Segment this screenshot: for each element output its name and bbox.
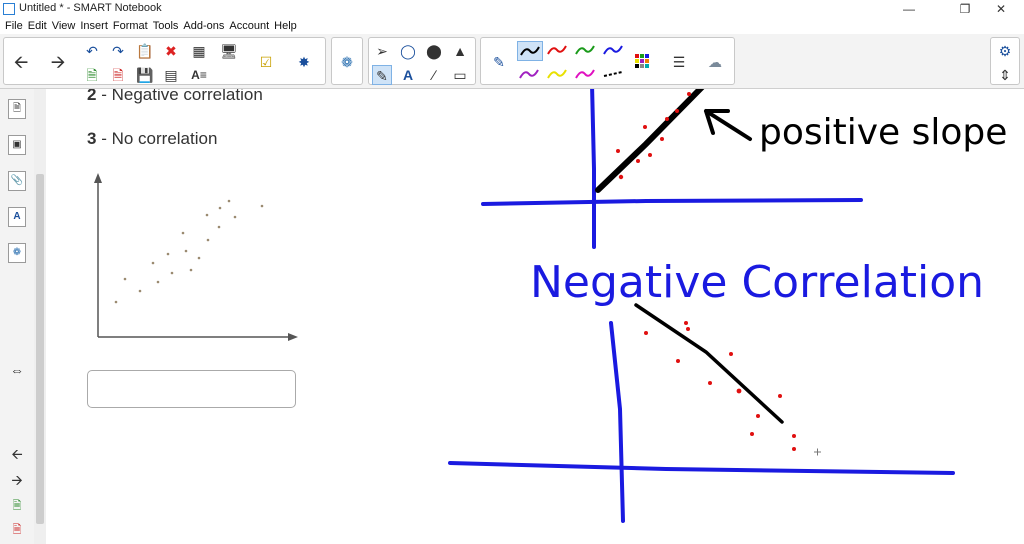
answer-input-box[interactable] (87, 370, 296, 408)
previous-page-icon[interactable]: 🡨 (8, 445, 26, 463)
paste-icon[interactable]: 📋 (135, 41, 155, 61)
menu-addons[interactable]: Add-ons (178, 18, 224, 34)
menu-bar: File Edit View Insert Format Tools Add-ons Acco… (0, 18, 1024, 34)
back-arrow-icon[interactable]: 🡨 (11, 52, 31, 72)
shapes-icon[interactable]: ◯ (398, 41, 418, 61)
menu-view[interactable]: View (47, 18, 76, 34)
negative-correlation-graph (448, 303, 955, 523)
negative-correlation-heading: Negative Correlation (530, 257, 984, 308)
pen-cursor-icon (814, 448, 821, 456)
text-ai-icon[interactable]: A≡ (189, 65, 209, 85)
pen-type-icon[interactable]: ✎ (489, 52, 509, 72)
whiteboard-canvas[interactable]: 2 - Negative correlation 3 - No correlat… (46, 89, 1024, 544)
line-icon[interactable]: ∕ (424, 65, 444, 85)
window-title: Untitled * - SMART Notebook (19, 2, 162, 14)
save-icon[interactable]: 💾 (135, 65, 155, 85)
select-icon[interactable]: ➢ (372, 41, 392, 61)
addon-icon[interactable]: ✸ (294, 52, 314, 72)
forward-arrow-icon[interactable]: 🡪 (48, 52, 68, 72)
gear-icon[interactable]: ⚙ (995, 41, 1015, 61)
pen-yellow-swatch[interactable] (545, 65, 571, 85)
minimize-button[interactable]: — (886, 0, 932, 18)
pen-purple-swatch[interactable] (517, 65, 543, 85)
addons-icon[interactable]: ❁ (8, 243, 26, 263)
menu-account[interactable]: Account (224, 18, 269, 34)
toolbar-group-pens: ✎ ☰ ☁ (480, 37, 735, 85)
toolbar-group-lab: ❁ (331, 37, 363, 85)
positive-slope-label: positive slope (759, 112, 1007, 153)
scrollbar-thumb[interactable] (36, 174, 44, 524)
response-icon[interactable]: ☑ (256, 52, 276, 72)
vertical-scrollbar[interactable] (34, 89, 46, 544)
color-palette-icon[interactable] (633, 52, 653, 72)
toolbar-group-main: 🡨 🡪 ↶ ↷ 📋 ✖ ▦ 🖥 ☑ ✸ 🗎 🗎 💾 ▤ A≡ (3, 37, 326, 85)
app-icon (3, 3, 15, 15)
menu-file[interactable]: File (0, 18, 23, 34)
table-icon[interactable]: ▦ (189, 41, 209, 61)
fill-shape-icon[interactable]: ⬤ (424, 41, 444, 61)
pen-dashed-swatch[interactable] (601, 65, 627, 85)
undo-icon[interactable]: ↶ (82, 41, 102, 61)
gallery-icon[interactable]: ▣ (8, 135, 26, 155)
toolbar-move-icon[interactable]: ⇕ (995, 65, 1015, 85)
display-icon[interactable]: 🖥 (219, 41, 239, 61)
pen-green-swatch[interactable] (573, 41, 599, 61)
pens-icon[interactable]: ✎ (372, 65, 392, 85)
menu-insert[interactable]: Insert (75, 18, 108, 34)
effects-icon[interactable]: ☁ (705, 52, 725, 72)
delete-icon[interactable]: ✖ (161, 41, 181, 61)
pen-blue-swatch[interactable] (601, 41, 627, 61)
redo-icon[interactable]: ↷ (108, 41, 128, 61)
sidebar: 🗎 ▣ 📎 A ❁ ⇔ 🡨 🡪 🗎 🗎 (0, 89, 35, 544)
add-page-icon[interactable]: 🗎 (82, 65, 102, 85)
delete-page-side-icon[interactable]: 🗎 (8, 521, 26, 539)
toolbar-group-settings: ⚙ ⇕ (990, 37, 1020, 85)
next-page-icon[interactable]: 🡪 (8, 471, 26, 489)
menu-help[interactable]: Help (269, 18, 297, 34)
scatter-plot-diagram: positive slope Negative Correlation (94, 89, 1007, 523)
pen-black-swatch[interactable] (517, 41, 543, 61)
text-icon[interactable]: A (398, 65, 418, 85)
properties-icon[interactable]: A (8, 207, 26, 227)
menu-tools[interactable]: Tools (148, 18, 179, 34)
resize-sidebar-icon[interactable]: ⇔ (8, 361, 26, 379)
line-style-icon[interactable]: ☰ (669, 52, 689, 72)
page-sorter-icon[interactable]: 🗎 (8, 99, 26, 119)
lab-icon[interactable]: ❁ (337, 52, 357, 72)
fill-icon[interactable]: ▲ (450, 41, 470, 61)
remove-page-icon[interactable]: 🗎 (108, 65, 128, 85)
pen-magenta-swatch[interactable] (573, 65, 599, 85)
attachments-icon[interactable]: 📎 (8, 171, 26, 191)
menu-format[interactable]: Format (108, 18, 148, 34)
pen-red-swatch[interactable] (545, 41, 571, 61)
add-page-side-icon[interactable]: 🗎 (8, 497, 26, 515)
title-bar: Untitled * - SMART Notebook — ❐ ✕ (0, 0, 1024, 18)
eraser-icon[interactable]: ▭ (450, 65, 470, 85)
toolbar-group-tools: ➢ ◯ ⬤ ▲ ✎ A ∕ ▭ (368, 37, 476, 85)
toolbar: 🡨 🡪 ↶ ↷ 📋 ✖ ▦ 🖥 ☑ ✸ 🗎 🗎 💾 ▤ A≡ ❁ ➢ ◯ ⬤ ▲… (0, 34, 1024, 89)
menu-edit[interactable]: Edit (23, 18, 47, 34)
screen-shade-icon[interactable]: ▤ (161, 65, 181, 85)
close-window-button[interactable]: ✕ (978, 0, 1024, 18)
